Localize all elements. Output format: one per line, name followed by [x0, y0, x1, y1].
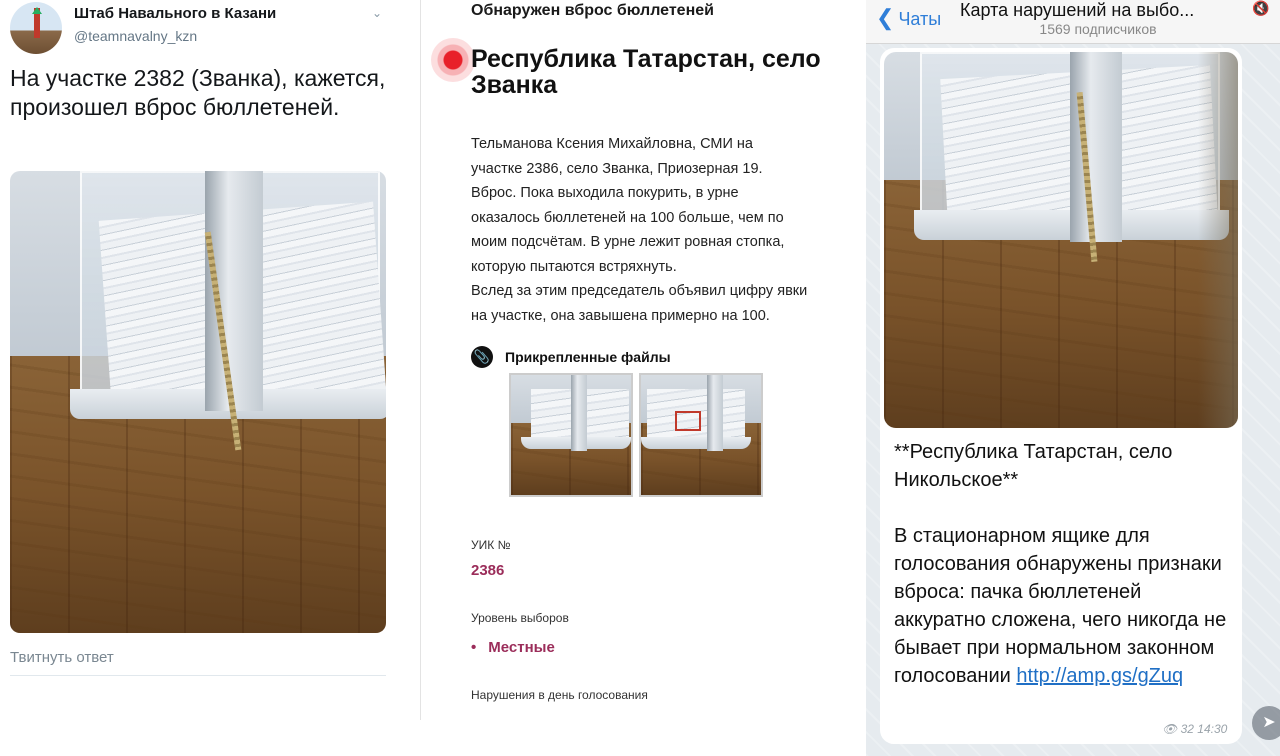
attachment-thumbnail-1[interactable] — [509, 373, 633, 497]
reply-button[interactable]: Твитнуть ответ — [10, 649, 114, 666]
message-body: В стационарном ящике для голосования обн… — [894, 525, 1227, 687]
back-label: Чаты — [898, 9, 942, 29]
report-body-line: Тельманова Ксения Михайловна, СМИ на — [471, 136, 753, 152]
chat-header: ❮ Чаты Карта нарушений на выбо... 1569 по… — [866, 0, 1280, 44]
report-panel: Обнаружен вброс бюллетеней Республика Та… — [420, 0, 860, 720]
back-button[interactable]: ❮ Чаты — [876, 5, 941, 31]
ballot-box-pole — [707, 375, 723, 451]
report-body-line: которую пытаются встряхнуть. — [471, 258, 677, 275]
view-count: 32 — [1180, 722, 1194, 736]
report-category: Обнаружен вброс бюллетеней — [471, 2, 714, 19]
chevron-left-icon: ❮ — [876, 5, 895, 30]
message-photo[interactable] — [884, 52, 1238, 428]
share-button[interactable]: ➤ — [1252, 706, 1280, 740]
share-icon: ➤ — [1262, 714, 1276, 731]
report-title: Республика Татарстан, село Званка — [471, 45, 821, 99]
message-text: **Республика Татарстан, село Никольское*… — [894, 438, 1234, 690]
tweet-text: На участке 2382 (Званка), кажется, произ… — [10, 65, 386, 120]
ballot-box-pole — [1070, 52, 1122, 242]
message-time: 14:30 — [1197, 722, 1228, 736]
divider — [10, 675, 386, 676]
muted-icon: 🔇 — [1252, 0, 1270, 16]
message-meta: 👁 32 14:30 — [1162, 722, 1227, 736]
chevron-down-icon[interactable]: ⌄ — [372, 6, 382, 20]
photo-blur-edge — [1198, 52, 1238, 428]
highlight-marker — [675, 411, 701, 431]
message-bubble: **Республика Татарстан, село Никольское*… — [880, 48, 1242, 744]
channel-title[interactable]: Карта нарушений на выбо... — [960, 0, 1256, 21]
election-level-label: Уровень выборов — [471, 611, 569, 625]
avatar[interactable] — [10, 2, 62, 54]
attachment-thumbnail-2[interactable] — [639, 373, 763, 497]
report-body-line: Вслед за этим председатель объявил цифру… — [471, 283, 808, 299]
ballot-box-base — [641, 437, 751, 449]
author-handle[interactable]: @teamnavalny_kzn — [74, 28, 197, 44]
kremlin-tower-icon — [32, 7, 42, 38]
report-body-line: Вброс. Пока выходила покурить, в урне — [471, 185, 739, 201]
report-body: Тельманова Ксения Михайловна, СМИ на уча… — [471, 132, 851, 328]
telegram-panel: ❮ Чаты Карта нарушений на выбо... 1569 по… — [866, 0, 1280, 756]
paperclip-icon: 📎 — [471, 346, 493, 368]
ballot-box-pole — [571, 375, 587, 451]
attached-files-label: Прикрепленные файлы — [505, 349, 671, 365]
report-body-line: моим подсчётам. В урне лежит ровная стоп… — [471, 234, 785, 250]
message-link[interactable]: http://amp.gs/gZuq — [1016, 665, 1183, 687]
message-title: **Республика Татарстан, село Никольское*… — [894, 441, 1173, 491]
election-level-value[interactable]: Местные — [471, 639, 555, 656]
tweet-panel: Штаб Навального в Казани @teamnavalny_kz… — [0, 0, 395, 756]
report-body-line: на участке, она завышена примерно на 100… — [471, 307, 770, 324]
author-name[interactable]: Штаб Навального в Казани — [74, 5, 276, 22]
report-body-line: участке 2386, село Званка, Приозерная 19… — [471, 160, 763, 177]
tweet-photo[interactable] — [10, 171, 386, 633]
uik-label: УИК № — [471, 538, 511, 552]
uik-value: 2386 — [471, 562, 505, 579]
subscriber-count: 1569 подписчиков — [1039, 21, 1157, 37]
eye-icon: 👁 — [1162, 722, 1178, 736]
location-pulse-icon — [431, 38, 475, 82]
violations-section-label: Нарушения в день голосования — [471, 688, 648, 702]
report-body-line: оказалось бюллетеней на 100 больше, чем … — [471, 209, 784, 226]
